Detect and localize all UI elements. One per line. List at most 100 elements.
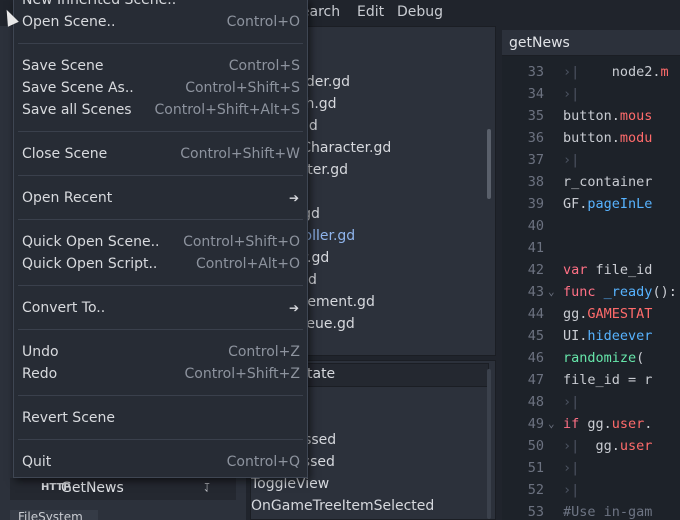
menu-separator	[18, 395, 303, 396]
menu-item-revert-scene[interactable]: Revert Scene	[14, 407, 307, 429]
code-text: button.modu	[563, 130, 653, 146]
filesystem-tab[interactable]: FileSystem	[10, 510, 98, 520]
menu-item-save-scene-as[interactable]: Save Scene As.. Control+Shift+S	[14, 77, 307, 99]
line-number: 33	[527, 64, 544, 80]
code-line[interactable]: 50 ›| gg.user	[502, 435, 680, 457]
menu-item-save-scene[interactable]: Save Scene Control+S	[14, 55, 307, 77]
menu-item-label: Redo	[22, 366, 58, 382]
menu-item-shortcut: Control+Shift+Z	[184, 366, 300, 382]
line-number: 44	[527, 306, 544, 322]
menu-edit[interactable]: Edit	[357, 4, 384, 20]
menu-debug[interactable]: Debug	[397, 4, 443, 20]
line-number: 47	[527, 372, 544, 388]
code-line[interactable]: 44 gg.GAMESTAT	[502, 303, 680, 325]
code-text: ›|	[563, 482, 580, 498]
code-line[interactable]: 38 r_container	[502, 171, 680, 193]
menu-item-label: Quick Open Scene..	[22, 234, 160, 250]
line-number: 52	[527, 482, 544, 498]
code-text: ›|	[563, 394, 580, 410]
menu-item-redo[interactable]: Redo Control+Shift+Z	[14, 363, 307, 385]
line-number: 46	[527, 350, 544, 366]
menu-separator	[18, 329, 303, 330]
menu-item-open-scene[interactable]: Open Scene.. Control+O	[14, 11, 307, 33]
menu-item-quick-open-scene[interactable]: Quick Open Scene.. Control+Shift+O	[14, 231, 307, 253]
code-text: func _ready():	[563, 284, 677, 300]
code-line[interactable]: 40	[502, 215, 680, 237]
code-line[interactable]: 48 ›|	[502, 391, 680, 413]
menu-item-label: Quick Open Script..	[22, 256, 158, 272]
menu-item-shortcut: Control+S	[228, 58, 300, 74]
line-number: 39	[527, 196, 544, 212]
code-text: ›|	[563, 86, 580, 102]
method-filter-text: tate	[307, 366, 336, 382]
scene-tree-row-label: GetNews	[61, 480, 124, 496]
line-number: 36	[527, 130, 544, 146]
line-number: 50	[527, 438, 544, 454]
submenu-arrow-icon: ➔	[288, 301, 299, 315]
code-text: randomize(	[563, 350, 645, 366]
menu-item-label: Close Scene	[22, 146, 108, 162]
editor-tab-bar: getNews	[502, 30, 680, 56]
code-line[interactable]: 34 ›|	[502, 83, 680, 105]
menu-separator	[18, 219, 303, 220]
code-line[interactable]: 36 button.modu	[502, 127, 680, 149]
code-line[interactable]: 43 ⌄ func _ready():	[502, 281, 680, 303]
method-list-item[interactable]: OnGameTreeItemSelected	[251, 495, 434, 517]
code-text: ›| gg.user	[563, 438, 653, 454]
code-line[interactable]: 42 var file_id	[502, 259, 680, 281]
menu-item-quick-open-script[interactable]: Quick Open Script.. Control+Alt+O	[14, 253, 307, 275]
menu-item-new-inherited-scene[interactable]: New Inherited Scene..	[14, 0, 307, 11]
code-text: UI.hideever	[563, 328, 653, 344]
menu-item-label: New Inherited Scene..	[22, 0, 177, 8]
line-number: 49	[527, 416, 544, 432]
code-line[interactable]: 51 ›|	[502, 457, 680, 479]
fold-arrow-icon[interactable]: ⌄	[548, 413, 555, 435]
scene-tree-row[interactable]: HTTP GetNews ⥡	[10, 478, 236, 500]
code-line[interactable]: 37 ›|	[502, 149, 680, 171]
menu-separator	[18, 131, 303, 132]
line-number: 48	[527, 394, 544, 410]
code-line[interactable]: 39 GF.pageInLe	[502, 193, 680, 215]
menu-separator	[18, 285, 303, 286]
menu-item-convert-to[interactable]: Convert To.. ➔	[14, 297, 307, 319]
editor-tab-title[interactable]: getNews	[509, 35, 570, 51]
menu-item-label: Revert Scene	[22, 410, 115, 426]
file-list-scrollbar[interactable]	[487, 129, 491, 199]
line-number: 34	[527, 86, 544, 102]
code-line[interactable]: 45 UI.hideever	[502, 325, 680, 347]
code-text: ›| node2.m	[563, 64, 669, 80]
fold-arrow-icon[interactable]: ⌄	[548, 281, 555, 303]
code-text: GF.pageInLe	[563, 196, 653, 212]
code-line[interactable]: 49 ⌄ if gg.user.	[502, 413, 680, 435]
menu-item-label: Save Scene	[22, 58, 104, 74]
line-number: 38	[527, 174, 544, 190]
file-menu-dropdown: New Inherited Scene.. Open Scene.. Control…	[13, 0, 308, 478]
method-list-scrollbar[interactable]	[487, 369, 491, 519]
menu-separator	[18, 439, 303, 440]
menu-item-save-all-scenes[interactable]: Save all Scenes Control+Shift+Alt+S	[14, 99, 307, 121]
menu-item-label: Save all Scenes	[22, 102, 132, 118]
menu-item-shortcut: Control+Z	[228, 344, 300, 360]
line-number: 45	[527, 328, 544, 344]
menu-item-undo[interactable]: Undo Control+Z	[14, 341, 307, 363]
menu-item-shortcut: Control+Shift+Alt+S	[154, 102, 300, 118]
code-line[interactable]: 52 ›|	[502, 479, 680, 501]
code-line[interactable]: 47 file_id = r	[502, 369, 680, 391]
code-text: button.mous	[563, 108, 653, 124]
menu-item-close-scene[interactable]: Close Scene Control+Shift+W	[14, 143, 307, 165]
signal-icon[interactable]: ⥡	[204, 481, 210, 496]
code-line[interactable]: 33 ›| node2.m	[502, 61, 680, 83]
code-text: r_container	[563, 174, 653, 190]
menu-item-label: Open Scene..	[22, 14, 116, 30]
menu-separator	[18, 175, 303, 176]
menu-item-shortcut: Control+Shift+W	[180, 146, 300, 162]
line-number: 41	[527, 240, 544, 256]
line-number: 37	[527, 152, 544, 168]
menu-item-open-recent[interactable]: Open Recent ➔	[14, 187, 307, 209]
code-line[interactable]: 41	[502, 237, 680, 259]
menu-item-quit[interactable]: Quit Control+Q	[14, 451, 307, 473]
code-text: if gg.user.	[563, 416, 653, 432]
code-line[interactable]: 53 #Use in-gam	[502, 501, 680, 520]
code-line[interactable]: 35 button.mous	[502, 105, 680, 127]
code-line[interactable]: 46 randomize(	[502, 347, 680, 369]
